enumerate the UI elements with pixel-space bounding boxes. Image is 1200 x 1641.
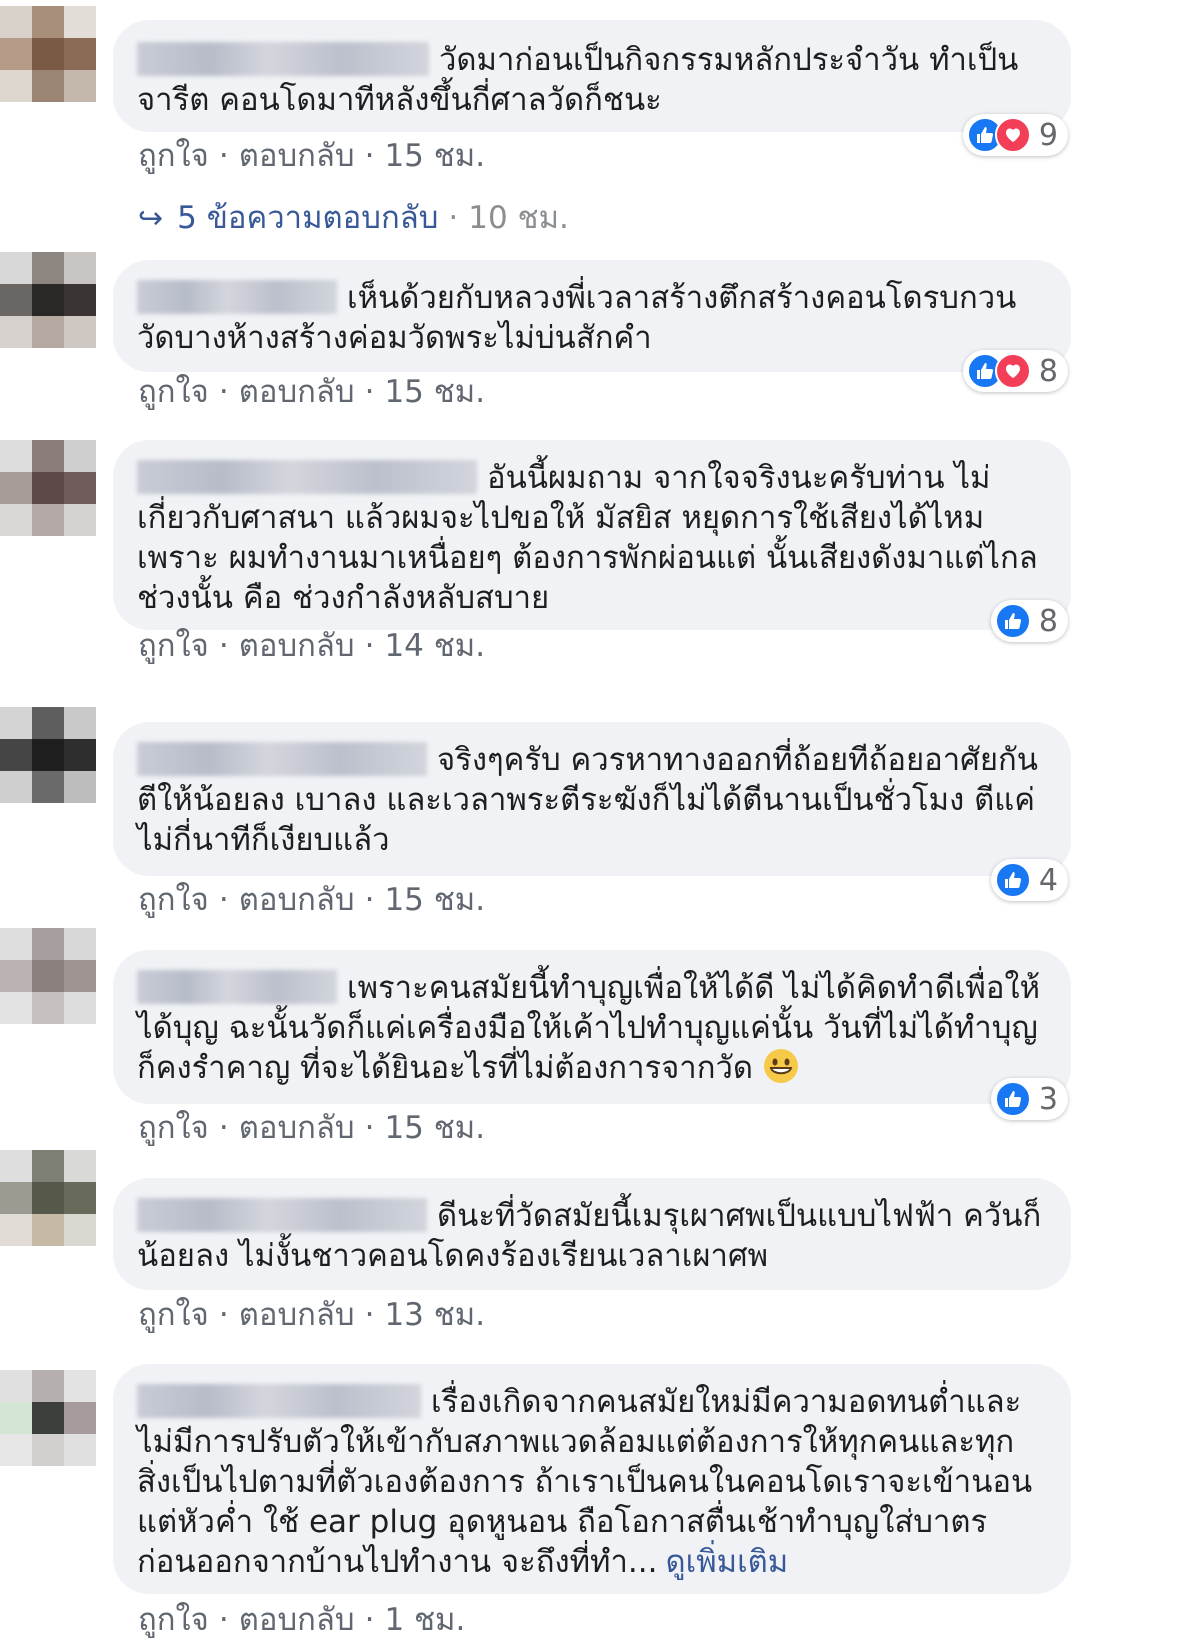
commenter-name[interactable] [137, 460, 477, 494]
comment-timestamp[interactable]: 15 ชม. [384, 1110, 485, 1146]
comment-timestamp[interactable]: 1 ชม. [384, 1602, 465, 1638]
avatar[interactable] [0, 1370, 96, 1466]
like-icon [994, 1081, 1031, 1117]
comment-actions: ถูกใจ · ตอบกลับ · 15 ชม. [138, 374, 485, 410]
separator: · [364, 1602, 375, 1638]
replies-timestamp: 10 ชม. [468, 200, 569, 236]
separator: · [218, 138, 229, 174]
reply-link[interactable]: ตอบกลับ [239, 1297, 355, 1333]
love-icon [994, 117, 1031, 153]
like-link[interactable]: ถูกใจ [138, 1110, 209, 1146]
commenter-name[interactable] [137, 280, 337, 314]
avatar[interactable] [0, 707, 96, 803]
reply-arrow-icon: ↪ [138, 201, 164, 236]
comment-bubble: อันนี้ผมถาม จากใจจริงนะครับท่าน ไม่เกี่ย… [113, 440, 1071, 630]
avatar[interactable] [0, 252, 96, 348]
reply-link[interactable]: ตอบกลับ [239, 138, 355, 174]
separator: · [218, 1297, 229, 1333]
like-link[interactable]: ถูกใจ [138, 628, 209, 664]
comment-timestamp[interactable]: 15 ชม. [384, 138, 485, 174]
comment-timestamp[interactable]: 15 ชม. [384, 374, 485, 410]
see-more-link[interactable]: ดูเพิ่มเติม [665, 1544, 788, 1580]
separator: · [364, 1297, 375, 1333]
comment-timestamp[interactable]: 13 ชม. [384, 1297, 485, 1333]
comment-actions: ถูกใจ · ตอบกลับ · 13 ชม. [138, 1297, 485, 1333]
comment-timestamp[interactable]: 14 ชม. [384, 628, 485, 664]
reply-link[interactable]: ตอบกลับ [239, 882, 355, 918]
commenter-name[interactable] [137, 742, 427, 776]
separator: · [364, 882, 375, 918]
comment-bubble: วัดมาก่อนเป็นกิจกรรมหลักประจำวัน ทำเป็นจ… [113, 20, 1071, 132]
comment-bubble: ดีนะที่วัดสมัยนี้เมรุเผาศพเป็นแบบไฟฟ้า ค… [113, 1178, 1071, 1290]
comment-bubble: จริงๆครับ ควรหาทางออกที่ถ้อยทีถ้อยอาศัยก… [113, 722, 1071, 876]
like-link[interactable]: ถูกใจ [138, 374, 209, 410]
comment-actions: ถูกใจ · ตอบกลับ · 15 ชม. [138, 138, 485, 174]
comment-actions: ถูกใจ · ตอบกลับ · 15 ชม. [138, 882, 485, 918]
separator: · [364, 1110, 375, 1146]
reply-link[interactable]: ตอบกลับ [239, 1602, 355, 1638]
reaction-summary[interactable]: 3 [990, 1078, 1068, 1120]
like-icon [994, 603, 1031, 639]
reply-link[interactable]: ตอบกลับ [239, 1110, 355, 1146]
reaction-summary[interactable]: 8 [962, 350, 1068, 392]
comment-bubble: เพราะคนสมัยนี้ทำบุญเพื่อให้ได้ดี ไม่ได้ค… [113, 950, 1071, 1104]
reaction-count: 8 [1038, 603, 1058, 639]
grinning-face-icon [763, 1048, 799, 1084]
comment-bubble: เห็นด้วยกับหลวงพี่เวลาสร้างตึกสร้างคอนโด… [113, 260, 1071, 372]
commenter-name[interactable] [137, 1198, 427, 1232]
avatar[interactable] [0, 6, 96, 102]
comment-actions: ถูกใจ · ตอบกลับ · 14 ชม. [138, 628, 485, 664]
reaction-count: 3 [1038, 1081, 1058, 1117]
reaction-summary[interactable]: 8 [990, 600, 1068, 642]
separator: · [218, 1602, 229, 1638]
separator: · [218, 628, 229, 664]
separator: · [218, 374, 229, 410]
reaction-count: 4 [1038, 862, 1058, 898]
like-link[interactable]: ถูกใจ [138, 1297, 209, 1333]
commenter-name[interactable] [137, 1384, 421, 1418]
comment-actions: ถูกใจ · ตอบกลับ · 1 ชม. [138, 1602, 465, 1638]
like-link[interactable]: ถูกใจ [138, 138, 209, 174]
view-replies[interactable]: ↪ 5 ข้อความตอบกลับ · 10 ชม. [138, 200, 569, 237]
reply-link[interactable]: ตอบกลับ [239, 374, 355, 410]
like-link[interactable]: ถูกใจ [138, 1602, 209, 1638]
separator: · [218, 1110, 229, 1146]
avatar[interactable] [0, 1150, 96, 1246]
separator: · [364, 138, 375, 174]
reply-link[interactable]: ตอบกลับ [239, 628, 355, 664]
avatar[interactable] [0, 928, 96, 1024]
reaction-count: 9 [1038, 117, 1058, 153]
commenter-name[interactable] [137, 42, 429, 76]
love-icon [994, 353, 1031, 389]
comment-bubble: เรื่องเกิดจากคนสมัยใหม่มีความอดทนต่ำและไ… [113, 1364, 1071, 1594]
like-icon [994, 862, 1031, 898]
replies-count-label[interactable]: 5 ข้อความตอบกลับ [177, 200, 438, 236]
commenter-name[interactable] [137, 970, 337, 1004]
comment-timestamp[interactable]: 15 ชม. [384, 882, 485, 918]
avatar[interactable] [0, 440, 96, 536]
reaction-count: 8 [1038, 353, 1058, 389]
reaction-summary[interactable]: 9 [962, 114, 1068, 156]
separator: · [218, 882, 229, 918]
separator: · [448, 200, 459, 236]
reaction-summary[interactable]: 4 [990, 859, 1068, 901]
like-link[interactable]: ถูกใจ [138, 882, 209, 918]
comment-actions: ถูกใจ · ตอบกลับ · 15 ชม. [138, 1110, 485, 1146]
separator: · [364, 628, 375, 664]
separator: · [364, 374, 375, 410]
